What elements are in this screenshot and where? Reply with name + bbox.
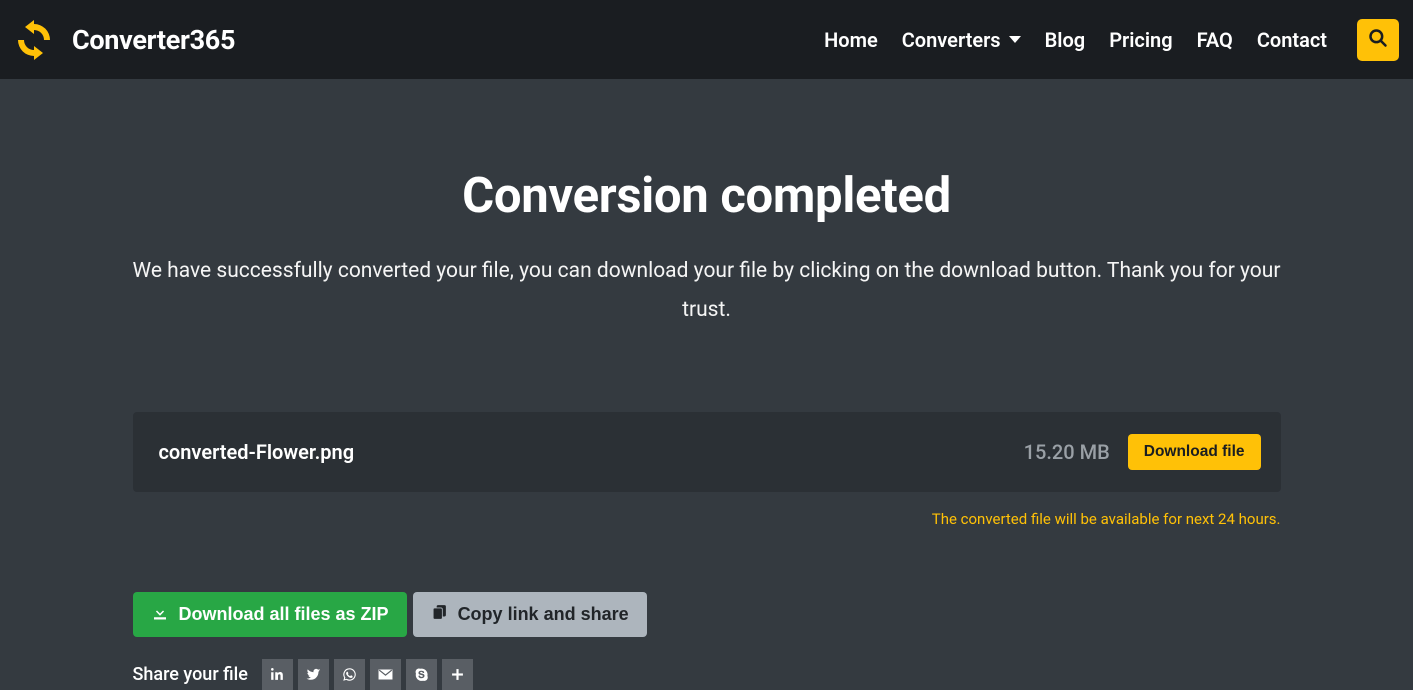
page-title: Conversion completed bbox=[133, 167, 1281, 224]
availability-notice: The converted file will be available for… bbox=[133, 510, 1281, 528]
linkedin-icon bbox=[270, 667, 284, 681]
share-twitter[interactable] bbox=[298, 659, 329, 690]
actions-row: Download all files as ZIP Copy link and … bbox=[133, 592, 1281, 637]
download-file-button[interactable]: Download file bbox=[1128, 434, 1261, 470]
main-container: Conversion completed We have successfull… bbox=[132, 167, 1282, 690]
share-skype[interactable] bbox=[406, 659, 437, 690]
email-icon bbox=[378, 667, 393, 682]
nav-pricing[interactable]: Pricing bbox=[1109, 28, 1172, 52]
twitter-icon bbox=[306, 667, 321, 682]
page-subtitle: We have successfully converted your file… bbox=[133, 252, 1281, 330]
download-all-zip-button[interactable]: Download all files as ZIP bbox=[133, 592, 407, 637]
share-email[interactable] bbox=[370, 659, 401, 690]
download-icon bbox=[151, 603, 169, 626]
logo[interactable]: Converter365 bbox=[10, 16, 235, 64]
refresh-arrows-icon bbox=[10, 16, 58, 64]
copy-link-label: Copy link and share bbox=[458, 604, 629, 625]
main-nav: Home Converters Blog Pricing FAQ Contact bbox=[824, 19, 1399, 61]
skype-icon bbox=[414, 667, 429, 682]
share-row: Share your file bbox=[133, 659, 1281, 690]
file-name: converted-Flower.png bbox=[159, 440, 355, 464]
nav-blog[interactable]: Blog bbox=[1045, 28, 1086, 52]
share-icons bbox=[262, 659, 473, 690]
copy-link-button[interactable]: Copy link and share bbox=[413, 592, 647, 637]
share-label: Share your file bbox=[133, 664, 248, 685]
header: Converter365 Home Converters Blog Pricin… bbox=[0, 0, 1413, 79]
share-more[interactable] bbox=[442, 659, 473, 690]
whatsapp-icon bbox=[342, 667, 357, 682]
search-icon bbox=[1368, 28, 1388, 52]
download-all-zip-label: Download all files as ZIP bbox=[179, 604, 389, 625]
nav-contact[interactable]: Contact bbox=[1257, 28, 1327, 52]
share-linkedin[interactable] bbox=[262, 659, 293, 690]
brand-name: Converter365 bbox=[72, 24, 235, 56]
search-button[interactable] bbox=[1357, 19, 1399, 61]
copy-icon bbox=[431, 603, 448, 625]
nav-home[interactable]: Home bbox=[824, 28, 878, 52]
file-size: 15.20 MB bbox=[1024, 440, 1110, 464]
nav-converters[interactable]: Converters bbox=[902, 28, 1021, 52]
plus-icon bbox=[451, 668, 464, 681]
nav-faq[interactable]: FAQ bbox=[1197, 28, 1233, 52]
share-whatsapp[interactable] bbox=[334, 659, 365, 690]
caret-down-icon bbox=[1009, 36, 1021, 43]
converted-file-card: converted-Flower.png 15.20 MB Download f… bbox=[133, 412, 1281, 492]
